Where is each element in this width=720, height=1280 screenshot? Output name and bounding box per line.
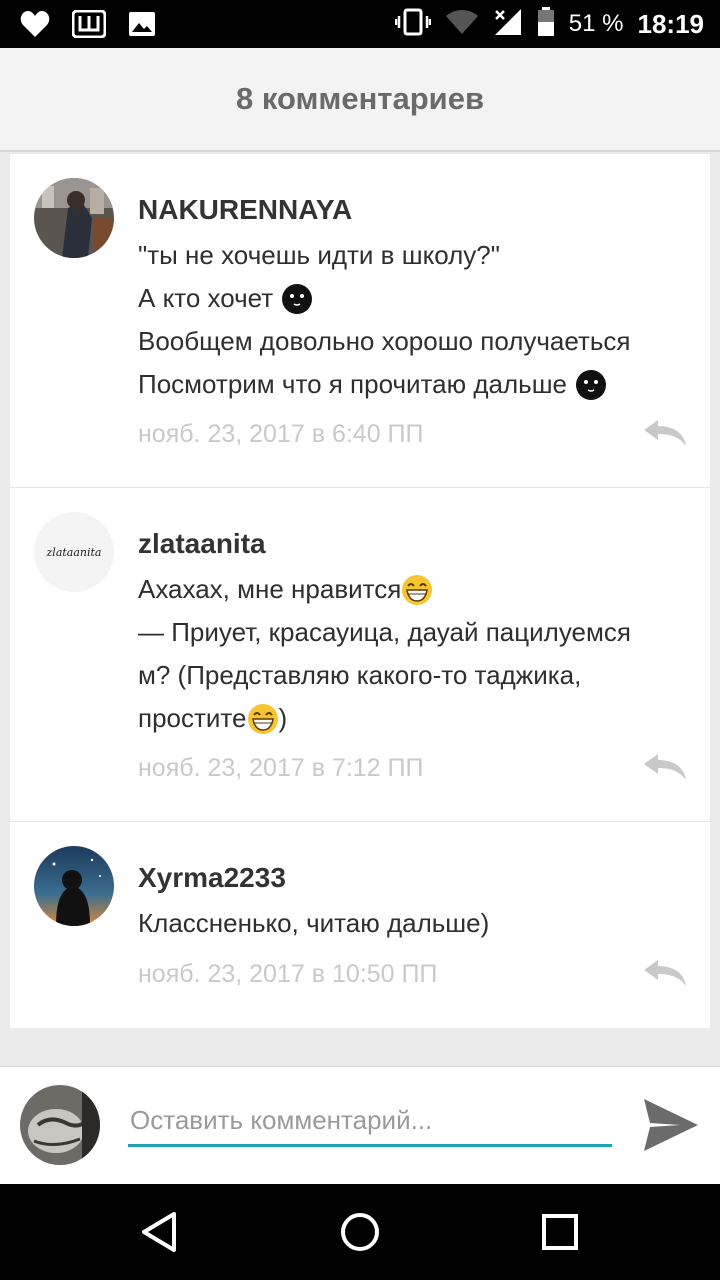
comment-date: нояб. 23, 2017 в 7:12 ПП (138, 754, 424, 782)
vibrate-icon (394, 8, 432, 41)
image-icon (128, 11, 156, 42)
comment-line: простите ) (138, 697, 698, 740)
back-icon[interactable] (134, 1206, 186, 1258)
comment-line: А кто хочет (138, 277, 698, 320)
comment-input[interactable] (128, 1097, 612, 1147)
reply-icon[interactable] (642, 752, 688, 782)
laughing-emoji-icon (247, 703, 279, 735)
battery-icon (537, 6, 555, 42)
comment-line-text: Ахахах, мне нравится (138, 574, 402, 604)
comment-item: zlataanita zlataanita Ахахах, мне нравит… (10, 488, 710, 822)
user-avatar[interactable] (20, 1085, 100, 1165)
comment-body: Классненько, читаю дальше) (138, 902, 698, 945)
dark-face-emoji-icon (281, 283, 313, 315)
comment-author[interactable]: zlataanita (138, 528, 266, 560)
comment-input-bar (0, 1066, 720, 1184)
avatar[interactable] (34, 846, 114, 926)
comment-author[interactable]: NAKURENNAYA (138, 194, 352, 226)
comment-body: "ты не хочешь идти в школу?" А кто хочет… (138, 234, 698, 406)
status-bar: 51 % 18:19 (0, 0, 720, 48)
comment-line: Классненько, читаю дальше) (138, 908, 490, 938)
recents-icon[interactable] (534, 1206, 586, 1258)
battery-percent: 51 % (568, 10, 624, 37)
comment-line: Вообщем довольно хорошо получаеться (138, 326, 631, 356)
avatar[interactable] (34, 178, 114, 258)
wifi-icon (445, 9, 479, 40)
comment-item: NAKURENNAYA "ты не хочешь идти в школу?"… (10, 154, 710, 488)
comment-line: — Приует, красауица, дауай пацилуемся (138, 617, 631, 647)
comment-line-text: ) (278, 703, 288, 733)
comment-line: Посмотрим что я прочитаю дальше (138, 363, 698, 406)
comment-date: нояб. 23, 2017 в 6:40 ПП (138, 420, 424, 448)
comment-author[interactable]: Xyrma2233 (138, 862, 286, 894)
send-icon[interactable] (640, 1097, 700, 1153)
comment-body: Ахахах, мне нравится — Приует, красауица… (138, 568, 698, 740)
comment-line: "ты не хочешь идти в школу?" (138, 240, 500, 270)
reply-icon[interactable] (642, 958, 688, 988)
heart-icon (20, 10, 50, 43)
avatar[interactable]: zlataanita (34, 512, 114, 592)
reply-icon[interactable] (642, 418, 688, 448)
comment-line-text: простите (138, 703, 247, 733)
comments-header: 8 комментариев (0, 48, 720, 152)
comment-line-text: Посмотрим что я прочитаю дальше (138, 369, 568, 399)
dark-face-emoji-icon (575, 369, 607, 401)
clock: 18:19 (637, 8, 705, 39)
avatar-logo-text: zlataanita (46, 545, 102, 559)
comment-date: нояб. 23, 2017 в 10:50 ПП (138, 960, 438, 988)
comment-item: Xyrma2233 Классненько, читаю дальше) ноя… (10, 822, 710, 1028)
comment-line-text: А кто хочет (138, 283, 274, 313)
comment-line: Ахахах, мне нравится (138, 568, 698, 611)
comment-line: м? (Представляю какого-то таджика, (138, 660, 582, 690)
navigation-bar (0, 1184, 720, 1280)
signal-off-icon (493, 8, 523, 41)
laughing-emoji-icon (401, 574, 433, 606)
shw-logo-icon (71, 9, 107, 43)
comments-list: NAKURENNAYA "ты не хочешь идти в школу?"… (10, 154, 710, 1028)
page-title: 8 комментариев (235, 81, 485, 116)
home-icon[interactable] (334, 1206, 386, 1258)
